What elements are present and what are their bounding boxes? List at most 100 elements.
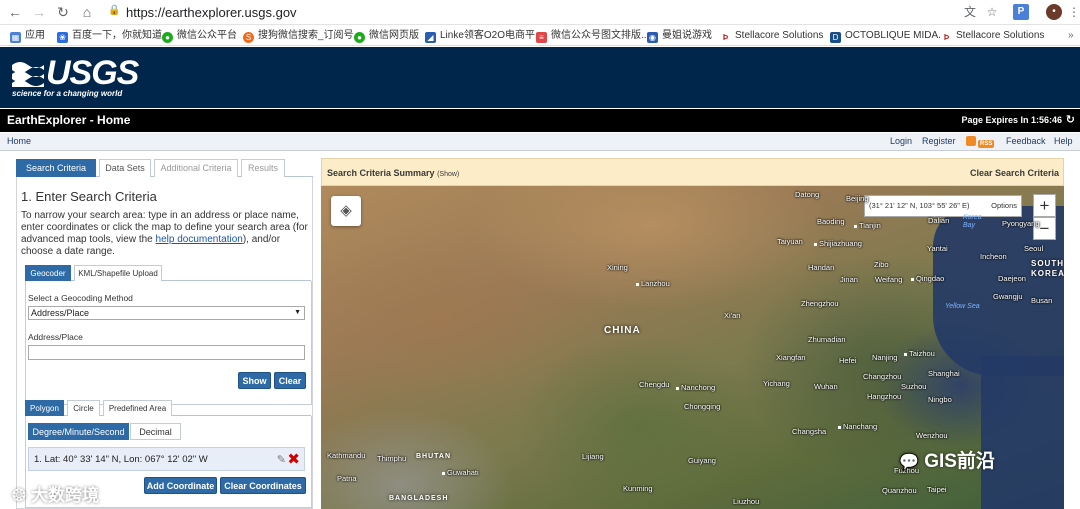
bookmark-wechat-platform[interactable]: ● 微信公众平台	[162, 28, 237, 43]
clear-coordinates-button[interactable]: Clear Coordinates	[220, 477, 306, 494]
layers-icon[interactable]: ◈	[331, 196, 361, 226]
show-button[interactable]: Show	[238, 372, 271, 389]
tab-kml-upload[interactable]: KML/Shapefile Upload	[74, 265, 162, 281]
clear-search-criteria-link[interactable]: Clear Search Criteria	[970, 168, 1059, 178]
bookmark-wechat-web[interactable]: ● 微信网页版	[354, 28, 419, 43]
place-label: Changsha	[792, 427, 827, 436]
apps-grid-icon: ▦	[10, 32, 21, 43]
back-arrow-icon[interactable]: ←	[6, 3, 24, 21]
intro-text: To narrow your search area: type in an a…	[21, 210, 308, 257]
address-bar[interactable]: 🔒 https://earthexplorer.usgs.gov	[102, 2, 1002, 22]
place-label: Changzhou	[863, 372, 902, 381]
geocoder-box: Select a Geocoding Method Address/Place ▼…	[25, 281, 312, 405]
page-title-bar: EarthExplorer - Home Page Expires In 1:5…	[0, 109, 1080, 132]
map-options-link[interactable]: Options	[991, 196, 1017, 216]
tab-data-sets[interactable]: Data Sets	[99, 159, 151, 177]
bookmark-octoblique[interactable]: D OCTOBLIQUE MIDA...	[830, 28, 947, 43]
baidu-icon: ❀	[57, 32, 68, 43]
summary-show-link[interactable]: (Show)	[437, 171, 459, 178]
place-label: Tianjin	[854, 221, 881, 230]
mode-dms[interactable]: Degree/Minute/Second	[28, 423, 129, 440]
geocoding-method-select[interactable]: Address/Place ▼	[28, 306, 305, 320]
place-label: Hangzhou	[867, 392, 902, 401]
place-label: Zhumadian	[808, 335, 846, 344]
place-label: Chongqing	[684, 402, 721, 411]
place-label: Shanghai	[928, 369, 960, 378]
usgs-logo[interactable]: USGS science for a changing world	[12, 54, 142, 101]
tab-polygon[interactable]: Polygon	[25, 400, 64, 416]
tab-results[interactable]: Results	[241, 159, 285, 177]
place-label: Nanchong	[676, 383, 715, 392]
tab-geocoder[interactable]: Geocoder	[25, 265, 71, 281]
map-canvas[interactable]: ◈ (31° 21' 12" N, 103° 55' 26" E) Options…	[321, 186, 1064, 509]
place-label: Jinan	[840, 275, 858, 284]
menu-home[interactable]: Home	[7, 136, 31, 146]
place-label: Incheon	[980, 252, 1007, 261]
add-coordinate-button[interactable]: Add Coordinate	[144, 477, 217, 494]
bookmark-apps[interactable]: ▦ 应用	[10, 28, 45, 43]
place-label: Lanzhou	[636, 279, 670, 288]
place-label: Guwahati	[442, 468, 479, 477]
bookmark-stellacore-2[interactable]: Þ Stellacore Solutions	[941, 28, 1044, 43]
address-label: Address/Place	[28, 332, 83, 342]
watermark-logo-icon: ❂	[12, 486, 27, 505]
zoom-in-button[interactable]: +	[1033, 194, 1056, 217]
stellacore-icon: Þ	[720, 32, 731, 43]
rss-link[interactable]: RSS	[966, 136, 995, 148]
bookmark-stellacore-1[interactable]: Þ Stellacore Solutions	[720, 28, 823, 43]
sogou-icon: S	[243, 32, 254, 43]
reload-icon[interactable]: ↻	[54, 3, 72, 21]
forward-arrow-icon[interactable]: →	[30, 3, 48, 21]
refresh-session-icon[interactable]: ↻	[1066, 113, 1075, 126]
bookmark-baidu[interactable]: ❀ 百度一下，你就知道	[57, 28, 162, 43]
edit-icon[interactable]: ✎	[277, 453, 286, 466]
menu-feedback[interactable]: Feedback	[1006, 136, 1046, 146]
bookmarks-overflow-icon[interactable]: »	[1068, 28, 1074, 43]
mode-decimal[interactable]: Decimal	[130, 423, 181, 440]
search-criteria-panel: 1. Enter Search Criteria To narrow your …	[16, 177, 313, 509]
tab-circle[interactable]: Circle	[67, 400, 100, 416]
rss-icon	[966, 136, 976, 146]
translate-icon[interactable]: 文	[962, 4, 978, 20]
place-label: Patna	[337, 474, 357, 483]
bookmark-linke[interactable]: ◢ Linke领客O2O电商平...	[425, 28, 543, 43]
bookmark-star-icon[interactable]: ☆	[984, 4, 1000, 20]
browser-menu-icon[interactable]: ⋮	[1066, 4, 1080, 20]
menu-register[interactable]: Register	[922, 136, 956, 146]
watermark-left: ❂ 大数跨境	[12, 486, 99, 505]
place-label: Zibo	[874, 260, 889, 269]
profile-avatar-icon[interactable]: •	[1046, 4, 1062, 20]
place-label: Taiyuan	[777, 237, 803, 246]
place-label: Datong	[795, 190, 820, 199]
help-documentation-link[interactable]: help documentation	[156, 234, 243, 245]
tab-search-criteria[interactable]: Search Criteria	[16, 159, 96, 177]
geocoder-tabs: Geocoder KML/Shapefile Upload	[25, 265, 311, 281]
main-tabs: Search Criteria Data Sets Additional Cri…	[16, 159, 313, 177]
sea-label-korea-bay: Korea Bay	[963, 214, 982, 229]
place-label: Dalian	[928, 216, 950, 225]
place-label: Lijiang	[582, 452, 604, 461]
home-icon[interactable]: ⌂	[78, 3, 96, 21]
session-expiry: Page Expires In 1:56:46	[961, 115, 1062, 125]
tab-additional-criteria[interactable]: Additional Criteria	[154, 159, 238, 177]
usgs-wordmark: USGS	[46, 54, 139, 92]
bookmark-wechat-layout[interactable]: ≡ 微信公众号图文排版...	[536, 28, 649, 43]
place-label: Nanchang	[838, 422, 877, 431]
bookmark-sogou[interactable]: S 搜狗微信搜索_订阅号...	[243, 28, 362, 43]
place-label: Zhengzhou	[801, 299, 839, 308]
east-china-sea-area	[981, 356, 1064, 509]
extension-p-icon[interactable]: P	[1013, 4, 1029, 20]
address-input[interactable]	[28, 345, 305, 360]
watermark-gis: 💬 GIS前沿	[899, 451, 995, 472]
place-label: Baoding	[817, 217, 845, 226]
tab-predefined-area[interactable]: Predefined Area	[103, 400, 172, 416]
menu-help[interactable]: Help	[1054, 136, 1073, 146]
octoblique-icon: D	[830, 32, 841, 43]
menu-login[interactable]: Login	[890, 136, 912, 146]
country-label-korea: SOUTH KOREA	[1031, 259, 1064, 278]
delete-icon[interactable]: ✖	[287, 450, 300, 468]
bookmark-games[interactable]: ◉ 曼姐说游戏	[647, 28, 712, 43]
place-label: Quanzhou	[882, 486, 917, 495]
clear-button[interactable]: Clear	[274, 372, 306, 389]
url-text[interactable]: https://earthexplorer.usgs.gov	[126, 5, 297, 20]
